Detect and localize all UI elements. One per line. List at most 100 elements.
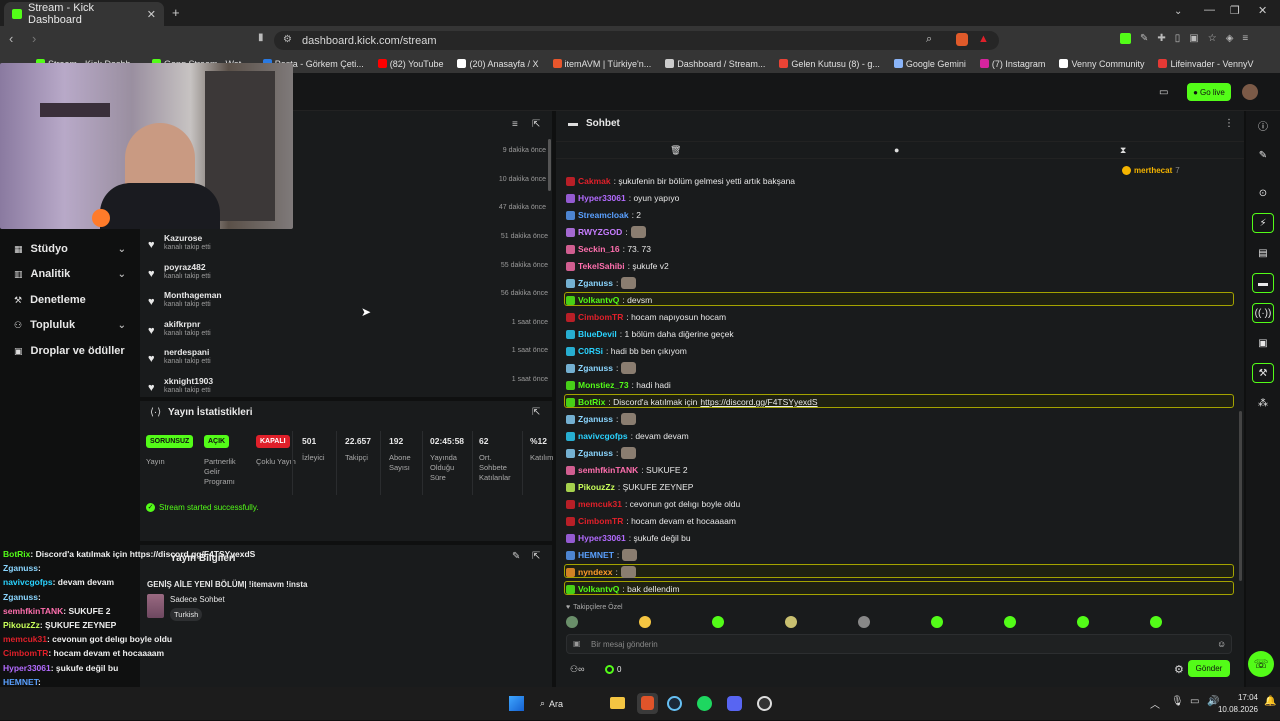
chat-message[interactable]: Zganuss: [566, 361, 637, 375]
zoom-icon[interactable]: ⌕ [926, 33, 932, 46]
chat-message[interactable]: Seckin_16: 73. 73 [566, 242, 651, 256]
chat-username[interactable]: Zganuss [578, 448, 613, 458]
chat-message[interactable]: Zganuss: [566, 412, 637, 426]
support-button[interactable]: ☏ [1248, 651, 1274, 677]
chat-message[interactable]: VolkantvQ: bak dellendim [566, 582, 680, 596]
avatar[interactable] [1242, 84, 1258, 100]
chat-message[interactable]: Zganuss: [566, 276, 637, 290]
chat-scrollbar[interactable] [1239, 411, 1242, 581]
filter-icon[interactable]: ≡ [512, 119, 518, 130]
extension-icon[interactable] [1120, 33, 1131, 44]
chat-message[interactable]: RWYZGOD: [566, 225, 646, 239]
maximize-icon[interactable]: ❐ [1230, 4, 1240, 17]
discord-icon[interactable] [727, 696, 742, 711]
pinned-user[interactable]: merthecat 7 [1122, 166, 1180, 175]
favorites-icon[interactable]: ☆ [1208, 33, 1217, 47]
chat-message[interactable]: Cakmak: şukufenin bir bölüm gelmesi yett… [566, 174, 795, 188]
activity-username[interactable]: nerdespani [164, 347, 209, 357]
site-info-icon[interactable]: ⚙ [283, 34, 292, 45]
community-rail-icon[interactable]: ⁂ [1252, 393, 1274, 413]
chat-username[interactable]: nyndexx [578, 567, 613, 577]
new-tab-icon[interactable]: + [172, 5, 180, 20]
activity-username[interactable]: Monthageman [164, 290, 222, 300]
chat-username[interactable]: TekelSahibi [578, 261, 625, 271]
sidebar-item-2[interactable]: ⚒ Denetleme [14, 294, 126, 306]
network-icon[interactable]: ▭ [1190, 696, 1199, 707]
chat-message[interactable]: BlueDevil: 1 bölüm daha diğerine geçek [566, 327, 734, 341]
scrollbar[interactable] [548, 139, 551, 191]
tray-chevron-icon[interactable]: ︿ [1150, 696, 1160, 711]
chat-message[interactable]: navivcgofps: devam devam [566, 429, 689, 443]
chat-username[interactable]: memcuk31 [578, 499, 622, 509]
forward-icon[interactable]: › [32, 31, 36, 46]
clock-time[interactable]: 17:04 [1222, 693, 1258, 702]
chat-username[interactable]: HEMNET [578, 550, 614, 560]
browser-tab[interactable]: Stream - Kick Dashboard ✕ [4, 2, 164, 26]
settings-icon[interactable]: ⚙ [1174, 663, 1184, 676]
target-icon[interactable]: ⊙ [1252, 183, 1274, 203]
quick-emote-icon[interactable] [785, 616, 797, 628]
quick-emote-icon[interactable] [931, 616, 943, 628]
bookmark-item[interactable]: Venny Community [1059, 59, 1144, 69]
quick-emote-icon[interactable] [858, 616, 870, 628]
extension-icon[interactable]: ✎ [1140, 33, 1148, 47]
activity-username[interactable]: poyraz482 [164, 262, 206, 272]
trash-icon[interactable]: 🗑 [670, 145, 681, 156]
chat-message[interactable]: HEMNET: [566, 548, 638, 562]
chat-username[interactable]: BotRix [578, 397, 605, 407]
chat-message[interactable]: CimbomTR: hocam napıyosun hocam [566, 310, 726, 324]
users-icon[interactable]: ⚇∞ [570, 664, 584, 675]
document-icon[interactable]: ▤ [1252, 243, 1274, 263]
chat-username[interactable]: Monstiez_73 [578, 380, 629, 390]
sidebar-item-1[interactable]: ▥ Analitik ⌄ [14, 268, 126, 280]
close-tab-icon[interactable]: ✕ [147, 8, 156, 21]
quick-emote-icon[interactable] [639, 616, 651, 628]
preview-icon[interactable]: ▭ [1159, 87, 1168, 98]
bookmark-item[interactable]: (82) YouTube [377, 59, 443, 69]
back-icon[interactable]: ‹ [9, 31, 13, 46]
chat-username[interactable]: Zganuss [578, 363, 613, 373]
chat-message[interactable]: BotRix: Discord'a katılmak için https://… [566, 395, 818, 409]
notification-icon[interactable]: 🔔 [1264, 696, 1276, 707]
chat-rail-icon[interactable]: ▬ [1252, 273, 1274, 293]
spotify-icon[interactable] [697, 696, 712, 711]
chat-username[interactable]: Zganuss [578, 414, 613, 424]
chat-message[interactable]: VolkantvQ: devsm [566, 293, 652, 307]
tools-icon[interactable]: ⚒ [1252, 363, 1274, 383]
popout-icon[interactable]: ⇱ [532, 407, 540, 418]
chat-message[interactable]: Zganuss: [566, 446, 637, 460]
chat-username[interactable]: Streamcloak [578, 210, 629, 220]
chat-username[interactable]: RWYZGOD [578, 227, 622, 237]
microphone-icon[interactable]: 🎙 [1171, 696, 1184, 707]
chat-message[interactable]: C0RSi: hadi bb ben çıkıyom [566, 344, 687, 358]
chevron-down-icon[interactable]: ⌄ [1174, 6, 1182, 17]
minimize-icon[interactable]: — [1204, 4, 1215, 16]
lightning-icon[interactable]: ⚡ [1252, 213, 1274, 233]
chat-username[interactable]: Cakmak [578, 176, 611, 186]
broadcast-rail-icon[interactable]: ((·)) [1252, 303, 1274, 323]
close-window-icon[interactable]: ✕ [1258, 4, 1267, 17]
chat-username[interactable]: Hyper33061 [578, 533, 626, 543]
brave-rewards-icon[interactable]: ▲ [978, 33, 989, 45]
chat-username[interactable]: semhfkinTANK [578, 465, 638, 475]
url-field[interactable]: ⚙ dashboard.kick.com/stream [274, 31, 999, 50]
quick-emote-icon[interactable] [712, 616, 724, 628]
popout-icon[interactable]: ⇱ [532, 119, 540, 130]
chat-username[interactable]: CimbomTR [578, 516, 623, 526]
quick-emote-icon[interactable] [1150, 616, 1162, 628]
file-explorer-icon[interactable] [610, 697, 625, 709]
bookmark-item[interactable]: (7) Instagram [979, 59, 1045, 69]
chat-username[interactable]: Zganuss [578, 278, 613, 288]
chat-message[interactable]: Streamcloak: 2 [566, 208, 641, 222]
activity-username[interactable]: xknight1903 [164, 376, 213, 386]
bookmark-item[interactable]: Gelen Kutusu (8) - g... [779, 59, 880, 69]
chevron-down-icon[interactable]: ⌄ [118, 244, 126, 255]
info-icon[interactable]: ⓘ [1252, 115, 1274, 135]
sidebar-item-0[interactable]: ▦ Stüdyo ⌄ [14, 243, 126, 255]
chat-message[interactable]: Hyper33061: oyun yapıyo [566, 191, 679, 205]
chevron-down-icon[interactable]: ⌄ [118, 320, 126, 331]
hourglass-icon[interactable]: ⧗ [1120, 145, 1126, 156]
chat-username[interactable]: CimbomTR [578, 312, 623, 322]
sidebar-item-4[interactable]: ▣ Droplar ve ödüller [14, 345, 126, 357]
popout-icon[interactable]: ⇱ [532, 551, 540, 562]
